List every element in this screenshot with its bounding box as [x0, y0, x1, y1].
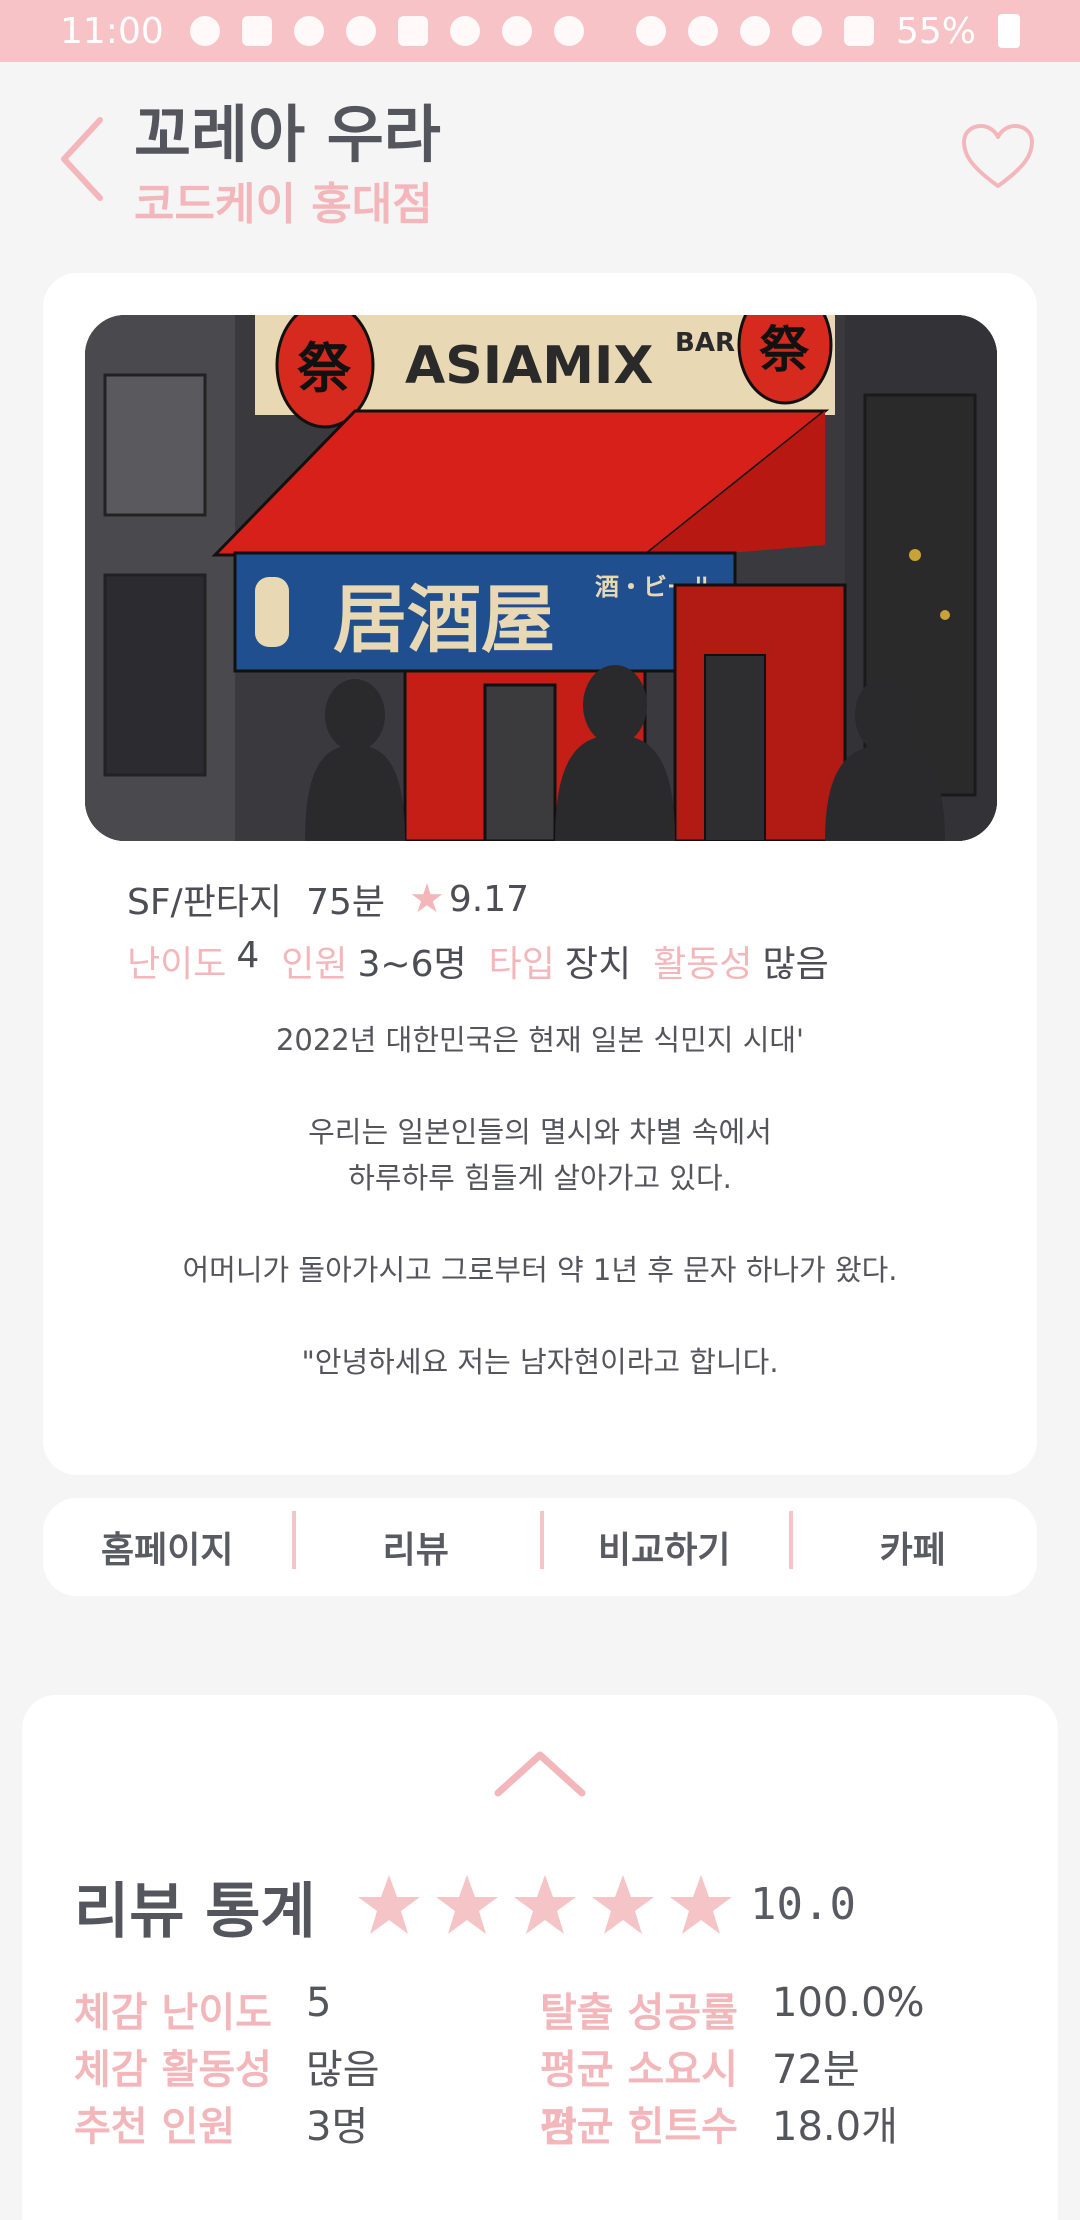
mute-icon	[739, 16, 770, 46]
stat-label: 체감 활동성	[74, 2047, 272, 2093]
star-icon	[436, 1875, 498, 1934]
back-arrow-icon[interactable]	[58, 114, 108, 204]
notification-icons	[189, 16, 584, 46]
theme-poster-image: ASIAMIX BAR 祭 祭 居酒屋 酒・ビール	[85, 315, 997, 841]
status-time: 11:00	[60, 10, 164, 52]
message-icon	[241, 16, 272, 46]
heart-icon[interactable]	[960, 122, 1036, 192]
stat-escape-rate: 탈출 성공률 100.0%	[540, 1980, 925, 2038]
noren-text: 居酒屋	[333, 577, 555, 663]
theme-meta: SF/판타지 75분 ★ 9.17	[127, 873, 553, 925]
stat-label: 탈출 성공률	[540, 1990, 738, 2036]
star-icon	[670, 1875, 732, 1934]
theme-detail-card: ASIAMIX BAR 祭 祭 居酒屋 酒・ビール SF/판타지 75분 ★ 9…	[43, 273, 1037, 1475]
description-line: 우리는 일본인들의 멸시와 차별 속에서	[308, 1115, 772, 1149]
link-tab-bar: 홈페이지 리뷰 비교하기 카페	[43, 1498, 1037, 1596]
description-line: "안녕하세요 저는 남자현이라고 합니다.	[301, 1345, 779, 1379]
attribute-label: 인원	[281, 944, 348, 985]
star-icon: ★	[409, 876, 445, 922]
battery-percent: 55%	[895, 10, 976, 52]
theme-attributes: 난이도 4 인원 3~6명 타입 장치 활동성 많음	[127, 935, 851, 987]
profile-icon	[553, 16, 584, 46]
attribute-value: 많음	[762, 944, 829, 985]
stat-label: 평균 힌트수	[540, 2104, 738, 2150]
tab-cafe[interactable]: 카페	[788, 1511, 1038, 1573]
page-title: 꼬레아 우라	[134, 98, 441, 171]
tab-compare[interactable]: 비교하기	[540, 1511, 789, 1573]
stat-recommended-players: 추천 인원 3명	[74, 2094, 368, 2152]
lantern-right-text: 祭	[759, 321, 810, 379]
lantern-left-text: 祭	[297, 337, 352, 400]
google-icon	[501, 16, 532, 46]
battery-icon	[998, 14, 1020, 48]
star-icon	[514, 1875, 576, 1934]
star-icon	[592, 1875, 654, 1934]
theme-description: 2022년 대한민국은 현재 일본 식민지 시대' 우리는 일본인들의 멸시와 …	[43, 1017, 1037, 1385]
review-stats-card: 리뷰 통계 10.0 체감 난이도 5 체감 활동성 많음 추천 인원 3명 탈…	[22, 1695, 1058, 2220]
c-app-icon	[345, 16, 376, 46]
attribute-label: 타입	[488, 944, 555, 985]
description-line: 하루하루 힘들게 살아가고 있다.	[348, 1161, 732, 1195]
wifi-icon	[791, 16, 822, 46]
star-rating	[356, 1873, 734, 1937]
review-score: 10.0	[750, 1879, 856, 1930]
description-line: 어머니가 돌아가시고 그로부터 약 1년 후 문자 하나가 왔다.	[182, 1253, 898, 1287]
app-icon	[397, 16, 428, 46]
description-line	[43, 1201, 1037, 1247]
bar-sign-small: BAR	[675, 328, 735, 358]
header: 꼬레아 우라 코드케이 홍대점	[0, 62, 1080, 262]
stat-average-hints: 평균 힌트수 18.0개	[540, 2094, 898, 2152]
bar-sign-text: ASIAMIX	[405, 336, 653, 396]
chevron-up-icon[interactable]	[492, 1747, 588, 1799]
talk-icon	[293, 16, 324, 46]
stat-label: 추천 인원	[74, 2104, 236, 2150]
description-line: 2022년 대한민국은 현재 일본 식민지 시대'	[275, 1023, 805, 1057]
attribute-label: 활동성	[653, 944, 753, 985]
description-line	[43, 1293, 1037, 1339]
stat-value: 100.0%	[772, 1980, 925, 2026]
alarm-icon	[635, 16, 666, 46]
status-bar: 11:00 55%	[0, 0, 1080, 62]
timer-icon	[189, 16, 220, 46]
duration: 75분	[306, 882, 385, 923]
attribute-value: 4	[236, 935, 260, 976]
stat-perceived-activity: 체감 활동성 많음	[74, 2037, 380, 2095]
stat-value: 3명	[306, 2104, 369, 2150]
attribute-value: 3~6명	[357, 944, 467, 985]
alarm-icon	[449, 16, 480, 46]
stat-perceived-difficulty: 체감 난이도 5	[74, 1980, 331, 2038]
bluetooth-icon	[687, 16, 718, 46]
attribute-label: 난이도	[127, 944, 227, 985]
tab-homepage[interactable]: 홈페이지	[43, 1521, 292, 1573]
star-icon	[358, 1875, 420, 1934]
genre: SF/판타지	[127, 882, 283, 923]
stat-label: 체감 난이도	[74, 1990, 272, 2036]
stat-value: 5	[306, 1980, 332, 2026]
tab-review[interactable]: 리뷰	[291, 1511, 541, 1573]
review-stats-title: 리뷰 통계	[74, 1877, 316, 1947]
rating: 9.17	[448, 878, 530, 920]
stat-value: 18.0개	[772, 2104, 898, 2150]
signal-icon	[843, 16, 874, 46]
branch-name: 코드케이 홍대점	[134, 179, 433, 230]
attribute-value: 장치	[564, 944, 632, 985]
stat-value: 많음	[306, 2047, 380, 2093]
description-line	[43, 1063, 1037, 1109]
